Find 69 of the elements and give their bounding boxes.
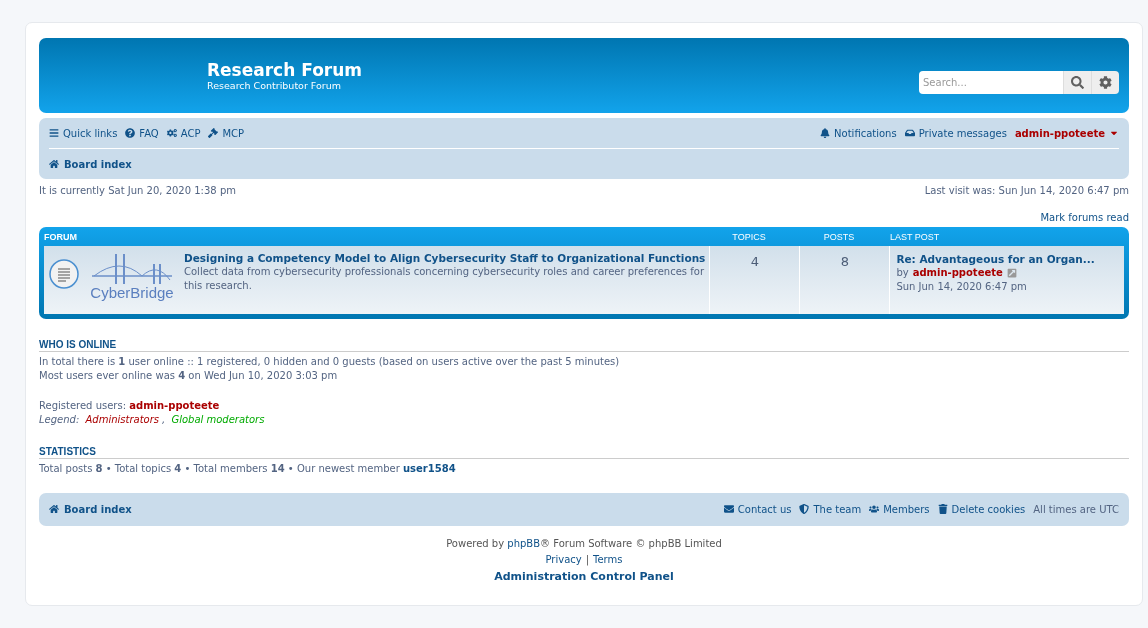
search-icon (1071, 76, 1084, 89)
admin-panel-link[interactable]: Administration Control Panel (494, 569, 674, 583)
column-header: POSTS (822, 231, 856, 242)
member-link[interactable]: user1584 (403, 463, 456, 474)
home-icon (49, 504, 59, 514)
bridge-logo-icon (92, 252, 172, 286)
last-post-time: Sun Jun 14, 2020 6:47 pm (896, 280, 1028, 294)
inbox-icon (904, 128, 915, 138)
registered-users-text: Registered users: admin-ppoteete (39, 399, 221, 413)
trash-icon (937, 504, 948, 514)
section-heading: STATISTICS (39, 446, 1129, 459)
posts-count: 8 (800, 246, 891, 314)
section-heading: WHO IS ONLINE (39, 339, 1129, 352)
last-post-link[interactable]: Re: Advantageous for an Organ... (896, 252, 1125, 266)
user-menu[interactable]: admin-ppoteete (1014, 127, 1119, 139)
footer-link[interactable]: Delete cookies (937, 503, 1026, 515)
envelope-icon (723, 504, 734, 514)
timezone-text: All times are UTC (1033, 503, 1119, 515)
column-header: TOPICS (731, 231, 767, 242)
statistics-text: Total posts 8 • Total topics 4 • Total members 14 • Our newest member user1584 (39, 462, 457, 476)
gavel-icon (208, 128, 219, 138)
nav-link[interactable]: FAQ (125, 127, 159, 139)
user-link[interactable]: admin-ppoteete (912, 266, 1003, 280)
nav-link[interactable]: ACP (166, 127, 201, 139)
current-time: It is currently Sat Jun 20, 2020 1:38 pm (39, 185, 236, 196)
by-label: by (896, 266, 909, 280)
forum-title-link[interactable]: Designing a Competency Model to Align Cybersecurity Staff to Organizational Functions (184, 252, 706, 264)
column-header: FORUM (44, 231, 78, 242)
group-link[interactable]: Administrators (85, 412, 160, 426)
separator: | (585, 553, 590, 565)
logo-text: CyberBridge (90, 286, 174, 300)
gears-icon (166, 128, 177, 138)
breadcrumb-link[interactable]: Board index (49, 158, 132, 170)
powered-by-text: Powered by phpBB® Forum Software © phpBB Limited (446, 537, 722, 549)
footer-link[interactable]: Members (869, 503, 930, 515)
home-icon (49, 159, 59, 169)
separator: , (162, 413, 167, 425)
shield-icon (799, 504, 810, 514)
search-button[interactable] (1063, 71, 1091, 94)
bell-icon (820, 128, 831, 138)
site-title: Research Forum (207, 60, 363, 80)
privacy-link[interactable]: Privacy (545, 553, 582, 565)
terms-link[interactable]: Terms (593, 553, 623, 565)
settings-icon (1099, 76, 1112, 89)
online-text: Most users ever online was 4 on Wed Jun 10, 2020 3:03 pm (39, 368, 339, 382)
nav-link[interactable]: Private messages (904, 127, 1007, 139)
mark-read-link[interactable]: Mark forums read (1040, 212, 1129, 223)
forum-description: Collect data from cybersecurity professionals concerning cybersecurity roles and career preferences for this research. (184, 265, 705, 293)
column-header: LAST POST (889, 231, 941, 242)
menu-icon (49, 128, 59, 138)
last-visit: Last visit was: Sun Jun 14, 2020 6:47 pm (924, 185, 1129, 196)
nav-link[interactable]: Quick links (49, 127, 118, 139)
footer-link[interactable]: The team (799, 503, 862, 515)
advanced-search-button[interactable] (1091, 71, 1119, 94)
question-icon (125, 128, 136, 138)
phpbb-link[interactable]: phpBB (507, 537, 541, 549)
online-text: In total there is 1 user online :: 1 registered, 0 hidden and 0 guests (based on users active over the past 5 minutes) (39, 355, 621, 369)
group-link[interactable]: Global moderators (171, 412, 265, 426)
search-field[interactable]: Search... (919, 71, 1063, 94)
legend-text: Legend: Administrators , Global moderators (39, 412, 266, 426)
topics-count: 4 (710, 246, 801, 314)
site-subtitle: Research Contributor Forum (207, 80, 342, 91)
forum-read-icon (48, 258, 80, 290)
nav-link[interactable]: Notifications (820, 127, 897, 139)
breadcrumb-link[interactable]: Board index (49, 503, 132, 515)
user-link[interactable]: admin-ppoteete (129, 400, 220, 411)
footer-link[interactable]: Contact us (723, 503, 792, 515)
users-icon (869, 504, 880, 514)
nav-link[interactable]: MCP (208, 127, 245, 139)
